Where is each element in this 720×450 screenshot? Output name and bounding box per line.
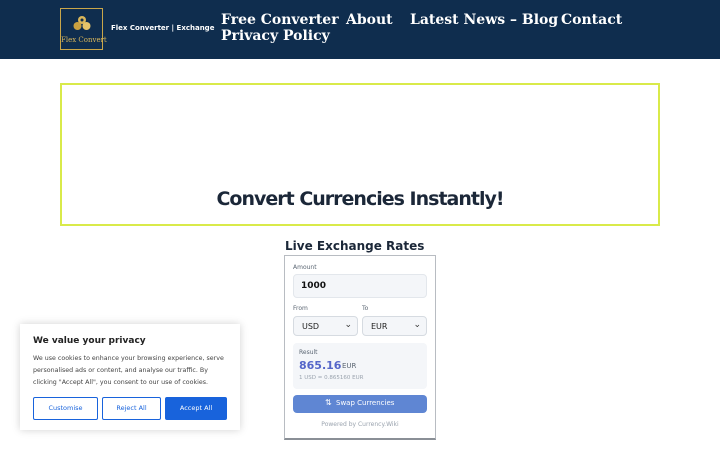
to-label: To	[362, 305, 369, 312]
nav-contact[interactable]: Contact	[561, 12, 622, 28]
rates-heading: Live Exchange Rates	[285, 239, 425, 253]
nav-latest-news-blog[interactable]: Latest News – Blog	[410, 12, 558, 28]
exchange-rate-line: 1 USD = 0.865160 EUR	[299, 375, 364, 381]
hero-title: Convert Currencies Instantly!	[216, 188, 504, 210]
from-currency-select[interactable]: USD ⌄	[293, 316, 358, 336]
brand-name[interactable]: Flex Converter | Exchange	[111, 24, 214, 32]
swap-currencies-label: Swap Currencies	[336, 399, 395, 407]
logo[interactable]: Flex Convert	[60, 8, 107, 50]
amount-label: Amount	[293, 264, 317, 271]
result-panel: Result 865.16 EUR 1 USD = 0.865160 EUR	[293, 343, 427, 389]
accept-all-button[interactable]: Accept All	[165, 397, 227, 420]
from-label: From	[293, 305, 308, 312]
logo-coins-icon	[73, 16, 91, 30]
chevron-down-icon: ⌄	[344, 320, 352, 330]
result-value: 865.16	[299, 359, 342, 372]
to-currency-value: EUR	[371, 322, 388, 331]
swap-arrows-icon: ⇅	[325, 398, 332, 407]
nav-free-converter[interactable]: Free Converter	[221, 12, 339, 28]
result-currency: EUR	[342, 362, 357, 370]
cookie-consent-banner: We value your privacy We use cookies to …	[20, 324, 240, 430]
to-currency-select[interactable]: EUR ⌄	[362, 316, 427, 336]
nav-privacy-policy[interactable]: Privacy Policy	[221, 28, 330, 44]
amount-input[interactable]: 1000	[293, 274, 427, 298]
amount-value: 1000	[301, 281, 327, 291]
swap-currencies-button[interactable]: ⇅ Swap Currencies	[293, 395, 427, 413]
site-header: Flex Convert Flex Converter | Exchange F…	[0, 0, 720, 59]
customise-button[interactable]: Customise	[33, 397, 98, 420]
currency-converter-widget: Amount 1000 From To USD ⌄ EUR ⌄ Result 8…	[284, 255, 436, 440]
chevron-down-icon: ⌄	[413, 320, 421, 330]
from-currency-value: USD	[302, 322, 320, 331]
reject-all-button[interactable]: Reject All	[102, 397, 161, 420]
powered-by-link[interactable]: Powered by Currency.Wiki	[285, 421, 435, 428]
cookie-description: We use cookies to enhance your browsing …	[33, 355, 224, 386]
logo-text: Flex Convert	[61, 36, 107, 44]
result-label: Result	[299, 349, 318, 356]
hero-banner: Convert Currencies Instantly!	[60, 83, 660, 226]
nav-about[interactable]: About	[346, 12, 393, 28]
cookie-title: We value your privacy	[33, 336, 146, 346]
